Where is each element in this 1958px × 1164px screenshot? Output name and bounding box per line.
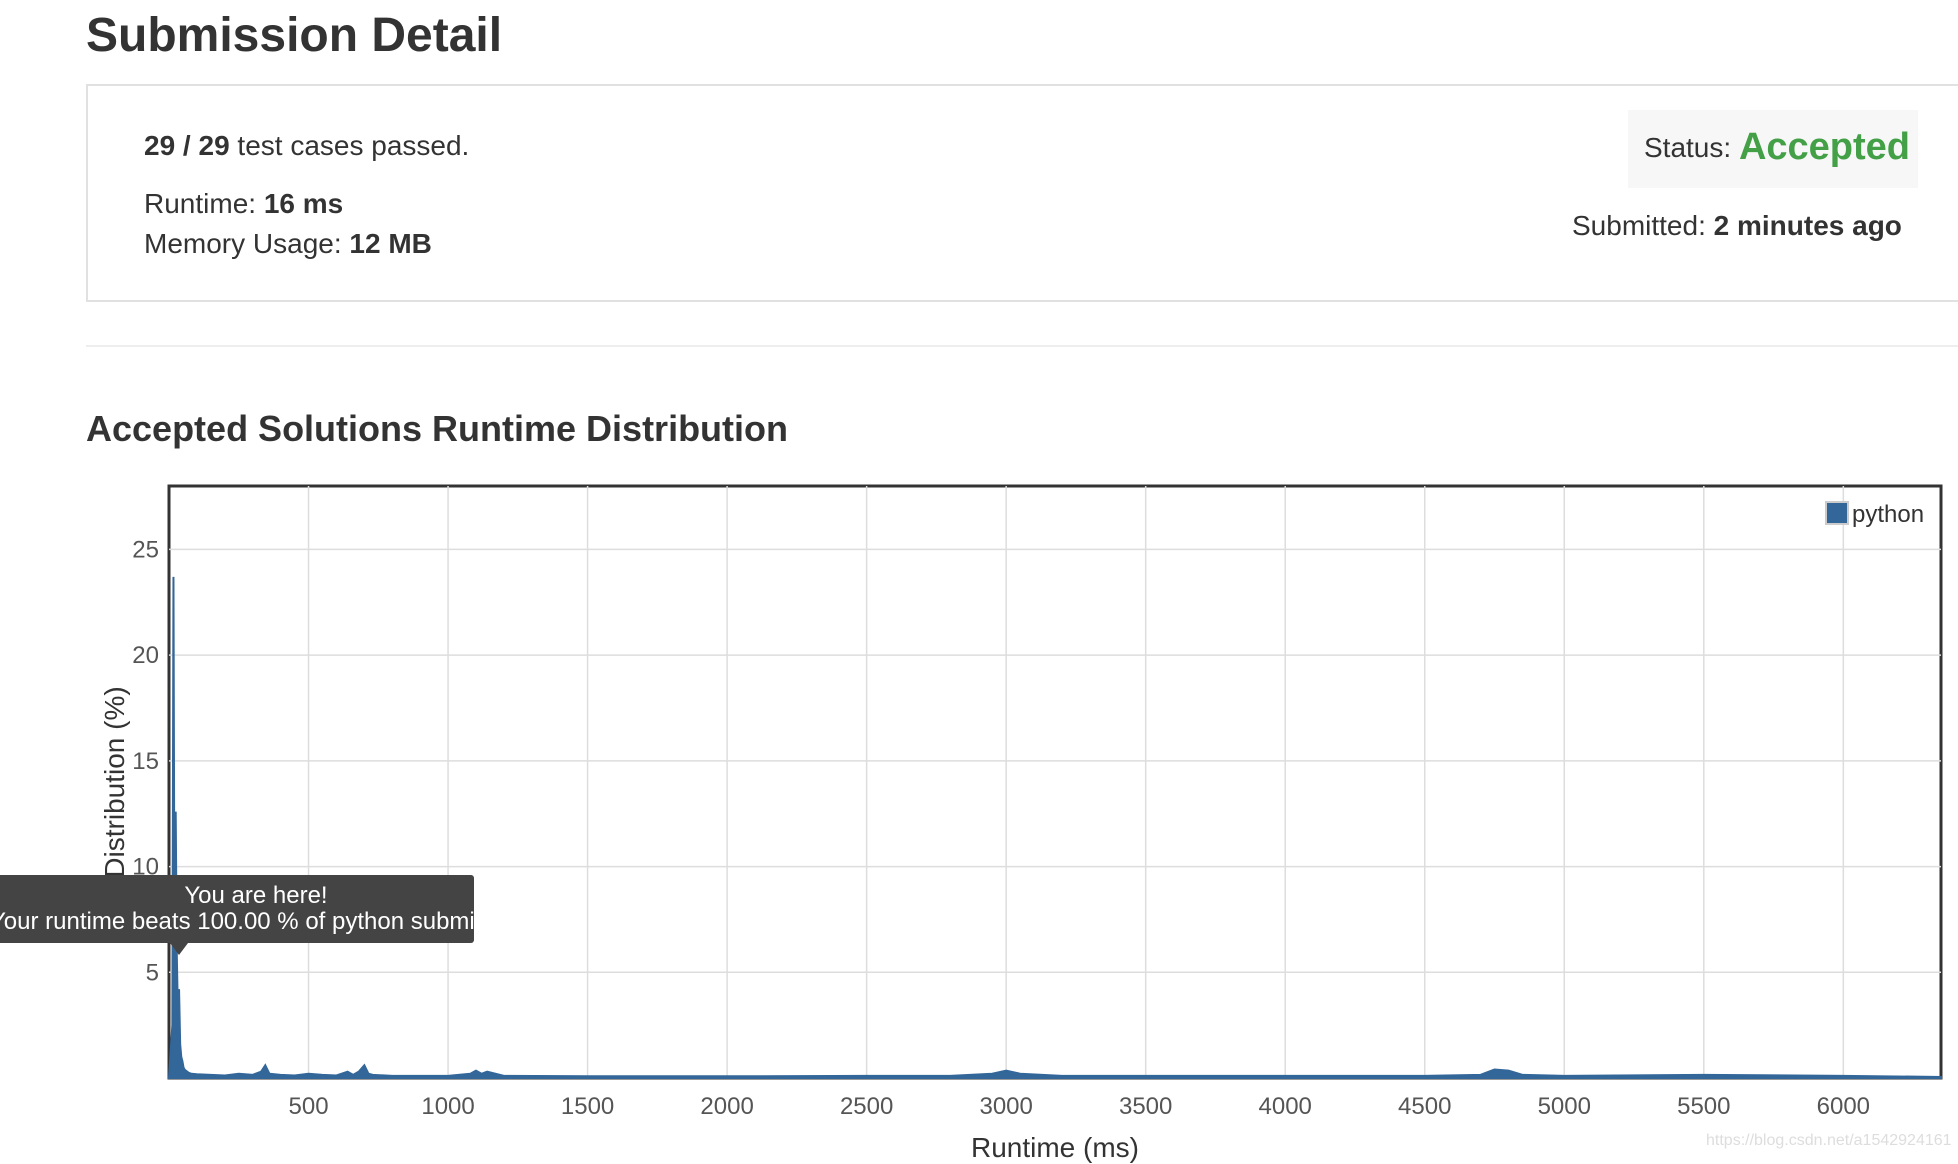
submitted-value: 2 minutes ago (1713, 210, 1902, 241)
legend-swatch-python (1825, 501, 1849, 525)
runtime-row: Runtime: 16 ms (144, 188, 343, 220)
runtime-value: 16 ms (263, 188, 344, 219)
test-cases-summary: 29 / 29 test cases passed. (144, 130, 469, 162)
section-title: Accepted Solutions Runtime Distribution (86, 408, 789, 449)
tooltip-line-1: You are here! (184, 882, 328, 909)
total-count: 29 (198, 130, 230, 161)
page-title: Submission Detail (86, 9, 503, 62)
status-value[interactable]: Accepted (1739, 126, 1910, 168)
runtime-distribution-chart[interactable]: 500 1000 1500 2000 2500 3000 3500 4000 4500 5000 5… (0, 470, 1958, 1164)
memory-value: 12 MB (349, 228, 432, 259)
section-divider (86, 345, 1958, 347)
x-tick-label: 3000 (979, 1093, 1032, 1120)
x-tick-label: 1000 (421, 1093, 474, 1120)
tooltip-line-2: Your runtime beats 100.00 % of python su… (0, 908, 474, 935)
legend-label-python: python (1852, 501, 1924, 528)
watermark: https://blog.csdn.net/a1542924161 (1706, 1132, 1952, 1149)
y-tick-label: 5 (146, 959, 159, 986)
runtime-label: Runtime: (144, 188, 264, 219)
x-tick-label: 4000 (1259, 1093, 1312, 1120)
y-axis-title: Distribution (%) (99, 686, 130, 877)
y-tick-label: 25 (132, 536, 159, 563)
plot-area (167, 484, 1943, 1080)
x-tick-label: 5500 (1677, 1093, 1730, 1120)
you-are-here-tooltip: You are here! Your runtime beats 100.00 … (0, 875, 474, 943)
x-tick-label: 5000 (1538, 1093, 1591, 1120)
y-tick-label: 15 (132, 748, 159, 775)
passed-suffix: test cases passed. (229, 130, 470, 161)
x-tick-label: 500 (289, 1093, 329, 1120)
status-label: Status: (1644, 132, 1739, 163)
x-tick-label: 2000 (700, 1093, 753, 1120)
submitted-row: Submitted: 2 minutes ago (1572, 210, 1902, 242)
x-tick-label: 4500 (1398, 1093, 1451, 1120)
tooltip-arrow (170, 943, 188, 955)
x-tick-label: 1500 (561, 1093, 614, 1120)
legend[interactable]: python (1825, 501, 1924, 528)
x-tick-label: 2500 (840, 1093, 893, 1120)
x-axis-title: Runtime (ms) (971, 1132, 1139, 1163)
page: Submission Detail 29 / 29 test cases pas… (0, 0, 1958, 1164)
submission-detail-panel: 29 / 29 test cases passed. Runtime: 16 m… (86, 84, 1958, 302)
x-tick-label: 6000 (1817, 1093, 1870, 1120)
passed-count: 29 (144, 130, 176, 161)
passed-separator: / (175, 130, 199, 161)
status-box: Status: Accepted (1628, 110, 1918, 188)
x-tick-label: 3500 (1119, 1093, 1172, 1120)
y-tick-label: 20 (132, 642, 159, 669)
submitted-label: Submitted: (1572, 210, 1714, 241)
memory-label: Memory Usage: (144, 228, 350, 259)
memory-row: Memory Usage: 12 MB (144, 228, 432, 260)
